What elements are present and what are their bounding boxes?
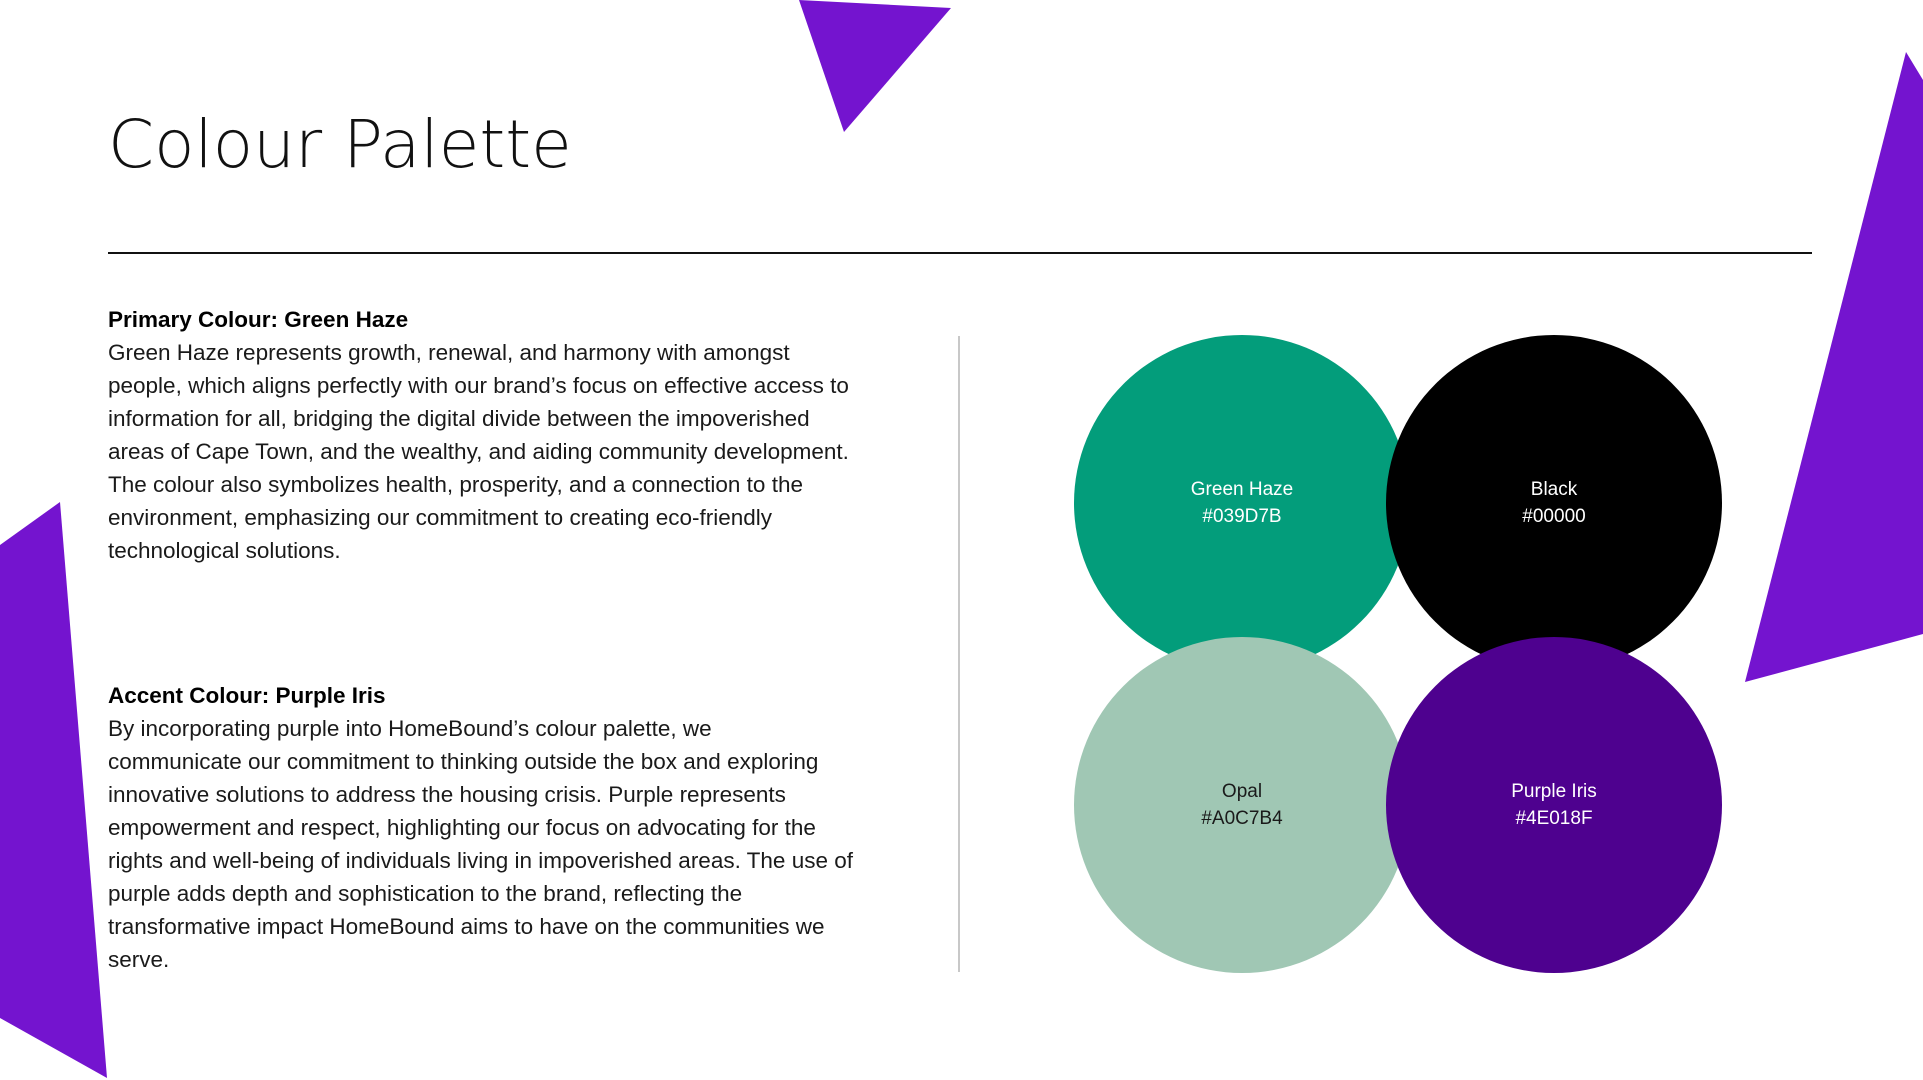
swatch-name: Black xyxy=(1530,479,1578,500)
swatch-name: Opal xyxy=(1221,781,1263,802)
page-title: Colour Palette xyxy=(108,106,572,183)
swatch-hex: #00000 xyxy=(1522,506,1586,527)
accent-colour-section: Accent Colour: Purple Iris By incorporat… xyxy=(108,679,878,976)
accent-colour-heading: Accent Colour: Purple Iris xyxy=(108,683,386,708)
accent-colour-description: By incorporating purple into HomeBound’s… xyxy=(108,716,853,972)
primary-colour-heading: Primary Colour: Green Haze xyxy=(108,307,409,332)
swatch-opal: Opal #A0C7B4 xyxy=(1074,637,1410,973)
left-triangle-shape xyxy=(0,502,107,1078)
swatch-hex: #4E018F xyxy=(1515,808,1593,829)
swatch-name: Green Haze xyxy=(1190,479,1294,500)
swatch-purple-iris: Purple Iris #4E018F xyxy=(1386,637,1722,973)
primary-colour-section: Primary Colour: Green Haze Green Haze re… xyxy=(108,303,878,567)
top-triangle-shape xyxy=(799,0,951,132)
swatch-hex: #A0C7B4 xyxy=(1201,808,1283,829)
title-divider xyxy=(108,252,1812,254)
swatch-black: Black #00000 xyxy=(1386,335,1722,671)
column-divider xyxy=(958,336,960,972)
swatch-hex: #039D7B xyxy=(1202,506,1282,527)
primary-colour-description: Green Haze represents growth, renewal, a… xyxy=(108,340,849,563)
swatch-name: Purple Iris xyxy=(1511,781,1597,802)
right-triangle-shape xyxy=(1745,52,1923,682)
swatch-green-haze: Green Haze #039D7B xyxy=(1074,335,1410,671)
